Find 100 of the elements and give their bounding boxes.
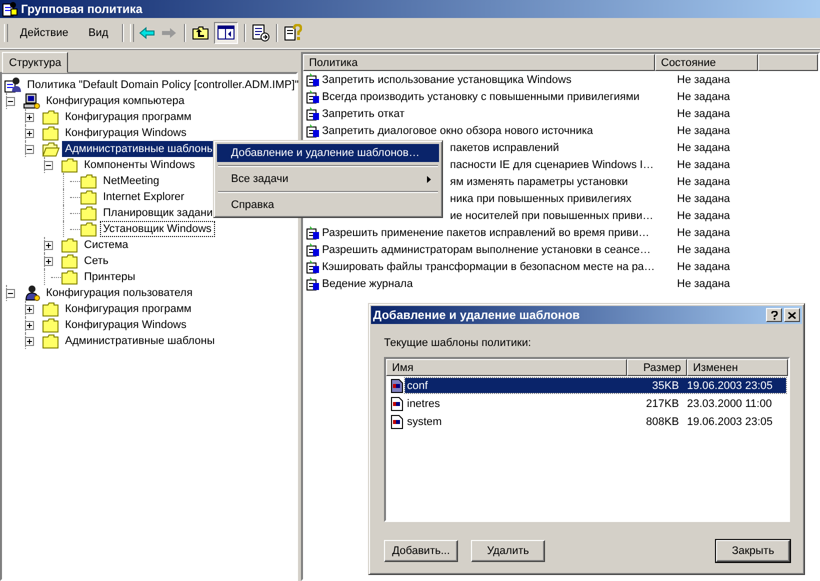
menu-item[interactable]: Вид (80, 25, 116, 41)
menu-item[interactable]: Действие (12, 25, 76, 41)
column-header[interactable]: Изменен (687, 359, 788, 376)
tree-item[interactable]: Конфигурация компьютера (43, 93, 188, 109)
column-header[interactable]: Политика (303, 54, 655, 71)
dialog-button[interactable]: Удалить (471, 540, 545, 562)
folder-up-icon[interactable] (192, 25, 210, 41)
tree-item[interactable]: Конфигурация программ (62, 301, 194, 317)
menu-item[interactable]: Добавление и удаление шаблонов… (217, 144, 439, 162)
tree-item[interactable]: Конфигурация Windows (62, 125, 190, 141)
policy-icon (4, 77, 22, 93)
back-arrow-icon[interactable] (138, 25, 156, 41)
policy-state: Не задана (676, 278, 730, 290)
expander-toggle[interactable] (6, 288, 15, 298)
tree-item[interactable]: Сеть (81, 253, 112, 269)
dialog-button[interactable]: Добавить... (384, 540, 458, 562)
setting-icon (306, 260, 320, 274)
folder-icon (42, 302, 60, 316)
dialog-button[interactable]: Закрыть (716, 540, 790, 562)
help-icon[interactable] (284, 24, 302, 42)
setting-icon (306, 90, 320, 104)
setting-icon (306, 226, 320, 240)
folder-icon (42, 334, 60, 348)
file-icon (391, 414, 403, 428)
policy-name[interactable]: Разрешить применение пакетов исправлений во время приви… (322, 226, 650, 238)
expander-toggle[interactable] (6, 96, 15, 106)
template-date: 19.06.2003 23:05 (686, 416, 773, 428)
policy-name[interactable]: Всегда производить установку с повышенными привилегиями (322, 90, 640, 102)
column-header[interactable]: Размер (627, 359, 687, 376)
policy-state: Не задана (676, 124, 730, 136)
policy-name[interactable]: Запретить откат (322, 108, 404, 120)
tree-item[interactable]: Административные шаблоны (62, 333, 218, 349)
policy-state: Не задана (676, 158, 730, 170)
folder-icon (80, 174, 98, 188)
setting-icon (306, 124, 320, 138)
folder-icon (42, 126, 60, 140)
policy-state: Не задана (676, 210, 730, 222)
setting-icon (306, 72, 320, 86)
expander-toggle[interactable] (44, 256, 53, 266)
list-label: Текущие шаблоны политики: (384, 337, 532, 349)
column-header[interactable]: Состояние (655, 54, 758, 71)
expander-toggle[interactable] (25, 304, 34, 314)
open-folder-icon (42, 142, 60, 156)
policy-state: Не задана (676, 244, 730, 256)
expander-toggle[interactable] (25, 320, 34, 330)
policy-state: Не задана (676, 226, 730, 238)
template-date: 23.03.2000 11:00 (686, 398, 772, 410)
expander-toggle[interactable] (44, 240, 53, 250)
tree-item[interactable]: Принтеры (81, 269, 138, 285)
policy-name[interactable]: Ведение журнала (322, 278, 413, 290)
help-button[interactable] (766, 308, 782, 322)
menu-item[interactable]: Все задачи (217, 170, 439, 188)
policy-name[interactable]: Запретить использование установщика Windows (322, 74, 572, 86)
export-list-icon[interactable] (252, 24, 270, 42)
policy-state: Не задана (676, 74, 730, 86)
tree-item[interactable]: Конфигурация пользователя (43, 285, 196, 301)
expander-toggle[interactable] (25, 128, 34, 138)
folder-icon (42, 110, 60, 124)
tree-item[interactable]: Компоненты Windows (81, 157, 198, 173)
tree-item[interactable]: Планировщик задани (100, 205, 216, 221)
folder-icon (61, 238, 79, 252)
template-size: 808KB (644, 416, 679, 428)
tree-toggle-icon[interactable] (214, 22, 238, 44)
expander-toggle[interactable] (25, 112, 34, 122)
tree-item[interactable]: Конфигурация программ (62, 109, 194, 125)
question-icon (770, 310, 778, 320)
template-size: 35KB (651, 380, 679, 392)
tree-item[interactable]: Политика "Default Domain Policy [controller.ADM.IMP]" (24, 77, 302, 93)
expander-toggle[interactable] (44, 160, 53, 170)
template-row[interactable]: conf 35KB 19.06.2003 23:05 (405, 378, 786, 393)
tree-item[interactable]: Конфигурация Windows (62, 317, 190, 333)
tree-item[interactable]: Установщик Windows (100, 221, 215, 237)
tab[interactable]: Структура (2, 52, 68, 73)
folder-icon (80, 190, 98, 204)
folder-icon (80, 206, 98, 220)
policy-name[interactable]: Разрешить администраторам выполнение установки в сеансе… (322, 244, 651, 256)
window-title: Групповая политика (21, 2, 142, 16)
folder-icon (80, 222, 98, 236)
expander-toggle[interactable] (25, 336, 34, 346)
file-icon (391, 396, 403, 410)
menu-item[interactable]: Справка (217, 196, 439, 214)
tree-item[interactable]: Система (81, 237, 132, 253)
template-row[interactable]: system 808KB 19.06.2003 23:05 (405, 414, 786, 429)
policy-icon (2, 1, 18, 17)
policy-name[interactable]: Запретить диалоговое окно обзора нового источника (322, 124, 594, 136)
column-header[interactable]: Имя (386, 359, 627, 376)
close-button[interactable] (784, 308, 800, 322)
tree-item[interactable]: Internet Explorer (100, 189, 188, 205)
setting-icon (306, 242, 320, 256)
user-icon (23, 285, 41, 301)
setting-icon (306, 106, 320, 120)
policy-state: Не задана (676, 260, 730, 272)
file-icon (391, 378, 403, 392)
policy-name[interactable]: Кэшировать файлы трансформации в безопасном месте на ра… (322, 260, 655, 272)
tree-item[interactable]: NetMeeting (100, 173, 162, 189)
dialog-title: Добавление и удаление шаблонов (373, 308, 580, 322)
policy-state: Не задана (676, 108, 730, 120)
folder-icon (61, 270, 79, 284)
template-row[interactable]: inetres 217KB 23.03.2000 11:00 (405, 396, 786, 411)
expander-toggle[interactable] (25, 144, 34, 154)
